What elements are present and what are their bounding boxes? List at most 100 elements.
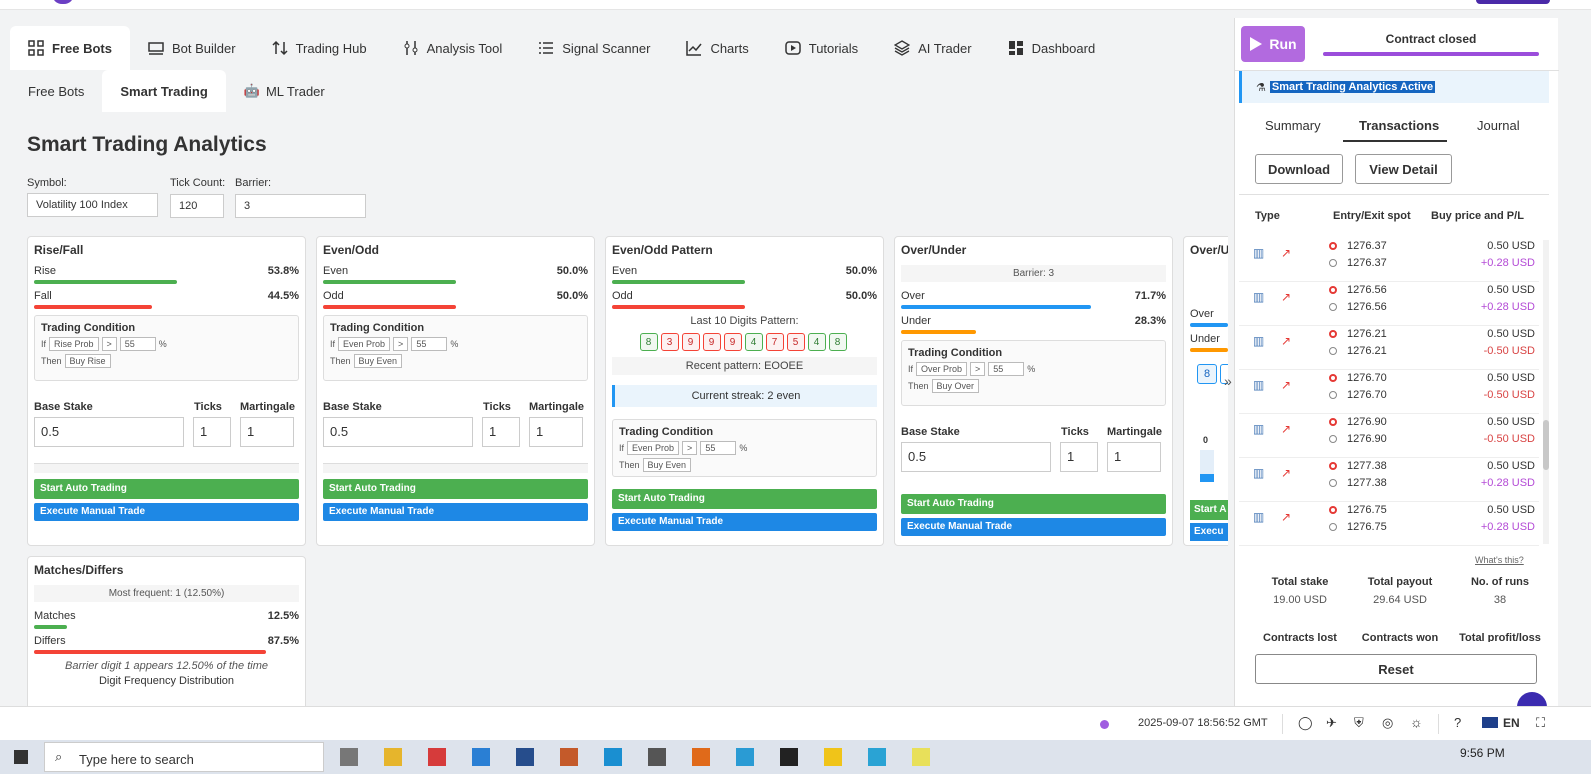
operator-select[interactable]: > [682,441,698,455]
operator-select[interactable]: > [101,337,117,351]
tx-scrollbar[interactable] [1543,240,1549,544]
telegram-icon[interactable]: ✈ [1326,715,1337,731]
symbol-select[interactable]: Volatility 100 Index [27,193,158,217]
execute-manual-trade-button[interactable]: Execu [1190,523,1228,541]
total-label: Total profit/loss [1459,632,1541,642]
app-icon[interactable] [692,748,710,766]
app-icon[interactable] [428,748,446,766]
base-stake-input[interactable]: 0.5 [901,442,1051,472]
tab-signal-scanner[interactable]: Signal Scanner [520,26,668,70]
condition-field-select[interactable]: Even Prob [338,337,391,351]
tab-dashboard[interactable]: Dashboard [990,26,1114,70]
ticks-input[interactable]: 1 [1060,442,1098,472]
fullscreen-icon[interactable]: ⛶ [1536,715,1545,731]
help-icon[interactable]: ? [1454,715,1461,730]
tab-summary[interactable]: Summary [1265,118,1321,133]
app-icon[interactable] [560,748,578,766]
download-button[interactable]: Download [1255,154,1343,184]
windows-start-icon[interactable] [14,750,28,764]
start-auto-trading-button[interactable]: Start Auto Trading [34,479,299,499]
target-icon[interactable]: ◎ [1382,715,1393,731]
condition-action-select[interactable]: Buy Rise [64,354,111,368]
task-view-icon[interactable] [340,748,358,766]
tab-ai-trader[interactable]: AI Trader [876,26,989,70]
subtab-free-bots[interactable]: Free Bots [10,70,102,112]
whatsapp-icon[interactable]: ◯ [1298,715,1313,731]
tab-charts[interactable]: Charts [668,26,766,70]
transaction-row[interactable]: ▥ ↗ 1277.38 1277.38 0.50 USD +0.28 USD [1239,458,1539,502]
threshold-input[interactable]: 55 [700,441,737,455]
barrier-input[interactable]: 3 [235,194,366,218]
exit-spot: 1276.37 [1347,257,1387,269]
transaction-row[interactable]: ▥ ↗ 1276.75 1276.75 0.50 USD +0.28 USD [1239,502,1539,546]
martingale-input[interactable]: 1 [529,417,583,447]
app-icon[interactable] [516,748,534,766]
app-icon[interactable] [648,748,666,766]
prob-fill [323,305,456,309]
execute-manual-trade-button[interactable]: Execute Manual Trade [323,503,588,521]
run-button[interactable]: Run [1241,26,1305,62]
whats-this-link[interactable]: What's this? [1475,555,1524,565]
ticks-input[interactable]: 1 [193,417,231,447]
telegram-taskbar-icon[interactable] [868,748,886,766]
tab-journal[interactable]: Journal [1477,118,1520,133]
start-auto-trading-button[interactable]: Start Auto Trading [612,489,877,509]
view-detail-button[interactable]: View Detail [1355,154,1452,184]
edge-icon[interactable] [604,748,622,766]
execute-manual-trade-button[interactable]: Execute Manual Trade [901,518,1166,536]
tab-tutorials[interactable]: Tutorials [767,26,876,70]
prob-value: 53.8% [267,265,299,277]
condition-action-select[interactable]: Buy Even [642,458,692,472]
threshold-input[interactable]: 55 [119,337,156,351]
base-stake-input[interactable]: 0.5 [323,417,473,447]
account-button[interactable] [1476,0,1550,4]
start-auto-trading-button[interactable]: Start A [1190,500,1228,520]
notepad-icon[interactable] [912,748,930,766]
store-icon[interactable] [736,748,754,766]
reset-button[interactable]: Reset [1255,654,1537,684]
then-label: Then [619,460,640,470]
tab-bot-builder[interactable]: Bot Builder [130,26,254,70]
transaction-row[interactable]: ▥ ↗ 1276.21 1276.21 0.50 USD -0.50 USD [1239,326,1539,370]
digit-box[interactable]: 8 [1197,364,1217,384]
ticks-input[interactable]: 1 [482,417,520,447]
transaction-row[interactable]: ▥ ↗ 1276.70 1276.70 0.50 USD -0.50 USD [1239,370,1539,414]
transaction-row[interactable]: ▥ ↗ 1276.56 1276.56 0.50 USD +0.28 USD [1239,282,1539,326]
execute-manual-trade-button[interactable]: Execute Manual Trade [612,513,877,531]
threshold-input[interactable]: 55 [988,362,1025,376]
tiktok-icon[interactable] [780,748,798,766]
threshold-input[interactable]: 55 [411,337,448,351]
condition-field-select[interactable]: Over Prob [916,362,968,376]
start-auto-trading-button[interactable]: Start Auto Trading [901,494,1166,514]
condition-action-select[interactable]: Buy Even [353,354,403,368]
subtab-smart-trading[interactable]: Smart Trading [102,70,226,112]
execute-manual-trade-button[interactable]: Execute Manual Trade [34,503,299,521]
martingale-input[interactable]: 1 [240,417,294,447]
scroll-area [34,463,299,473]
taskbar-search[interactable]: ⌕ Type here to search [44,742,324,772]
theme-icon[interactable]: ☼ [1410,714,1423,730]
operator-select[interactable]: > [970,362,986,376]
operator-select[interactable]: > [393,337,409,351]
tab-transactions[interactable]: Transactions [1359,118,1439,133]
file-explorer-icon[interactable] [384,748,402,766]
tab-trading-hub[interactable]: Trading Hub [254,26,385,70]
profit-loss: +0.28 USD [1480,521,1535,533]
subtab-ml-trader[interactable]: 🤖 ML Trader [226,70,343,112]
start-auto-trading-button[interactable]: Start Auto Trading [323,479,588,499]
condition-action-select[interactable]: Buy Over [931,379,980,393]
tickcount-input[interactable]: 120 [170,194,224,218]
tab-analysis-tool[interactable]: Analysis Tool [385,26,521,70]
transaction-row[interactable]: ▥ ↗ 1276.37 1276.37 0.50 USD +0.28 USD [1239,238,1539,282]
app-icon[interactable] [824,748,842,766]
shield-icon[interactable]: ⛨ [1354,715,1364,731]
condition-field-select[interactable]: Rise Prob [49,337,99,351]
martingale-input[interactable]: 1 [1107,442,1161,472]
condition-field-select[interactable]: Even Prob [627,441,680,455]
transaction-row[interactable]: ▥ ↗ 1276.90 1276.90 0.50 USD -0.50 USD [1239,414,1539,458]
copilot-icon[interactable] [472,748,490,766]
tab-free-bots[interactable]: Free Bots [10,26,130,70]
language-selector[interactable]: EN [1503,716,1520,730]
expand-arrow-icon[interactable]: » [1224,373,1232,389]
base-stake-input[interactable]: 0.5 [34,417,184,447]
